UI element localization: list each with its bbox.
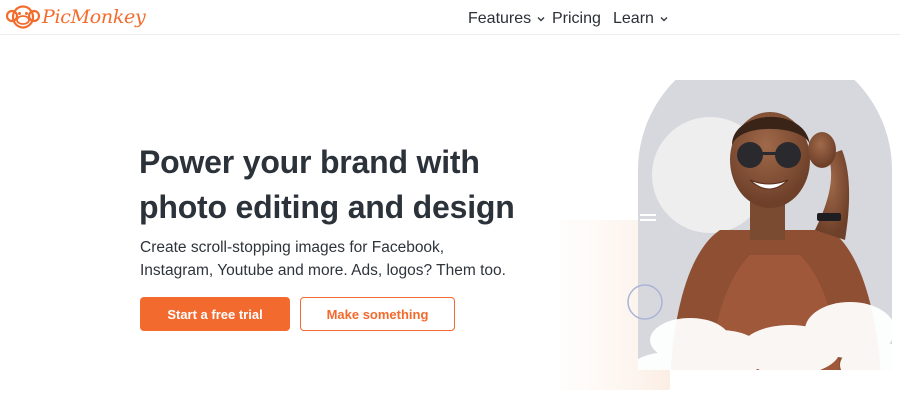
- hero-title: Power your brand with photo editing and …: [139, 140, 539, 230]
- make-something-button[interactable]: Make something: [300, 297, 455, 331]
- chevron-down-icon: [537, 16, 545, 22]
- chevron-down-icon: [660, 16, 668, 22]
- nav-learn-label: Learn: [613, 10, 654, 27]
- nav-features[interactable]: Features: [468, 10, 545, 28]
- monkey-logo-icon: [6, 5, 40, 29]
- hero-subtitle-line-1: Create scroll-stopping images for Facebo…: [140, 239, 445, 256]
- logo-wordmark: PicMonkey: [42, 6, 146, 28]
- hero-subtitle-line-2: Instagram, Youtube and more. Ads, logos?…: [140, 262, 506, 279]
- hero-title-line-1: Power your brand with: [139, 144, 480, 180]
- hero-image: [560, 80, 892, 390]
- start-free-trial-button[interactable]: Start a free trial: [140, 297, 290, 331]
- logo-link[interactable]: PicMonkey: [6, 3, 146, 31]
- nav-pricing-label: Pricing: [552, 10, 601, 27]
- hero-title-line-2: photo editing and design: [139, 189, 515, 225]
- nav-pricing[interactable]: Pricing: [552, 10, 601, 28]
- site-header: PicMonkey Features Pricing Learn: [0, 0, 900, 35]
- hero-subtitle: Create scroll-stopping images for Facebo…: [140, 236, 520, 282]
- nav-features-label: Features: [468, 10, 532, 27]
- nav-learn[interactable]: Learn: [613, 10, 668, 28]
